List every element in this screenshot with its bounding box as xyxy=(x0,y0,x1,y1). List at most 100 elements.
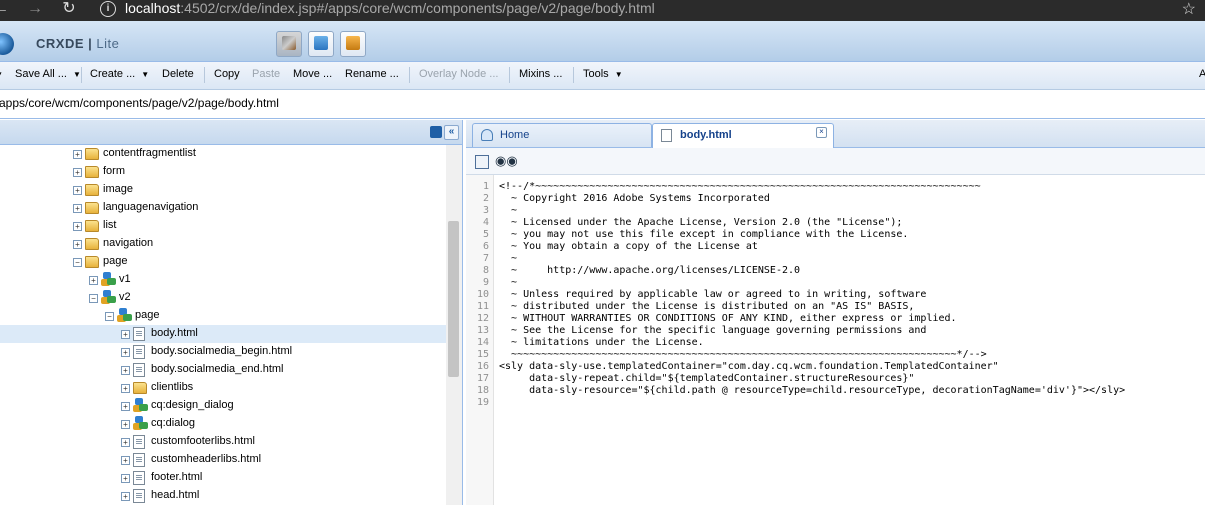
code-line: ~ xyxy=(499,277,518,288)
folder-icon xyxy=(85,184,99,196)
tree-node[interactable]: + cq:design_dialog xyxy=(0,397,446,415)
collapse-icon[interactable]: − xyxy=(73,258,82,267)
collapse-icon[interactable]: − xyxy=(105,312,114,321)
expand-icon[interactable]: + xyxy=(121,402,130,411)
find-binoculars-icon[interactable]: ◉◉ xyxy=(495,153,518,169)
tab-home[interactable]: Home xyxy=(472,123,652,147)
expand-icon[interactable]: + xyxy=(121,330,130,339)
share-mode-button[interactable] xyxy=(340,31,366,57)
tree-node[interactable]: + body.socialmedia_end.html xyxy=(0,361,446,379)
forward-arrow-icon[interactable]: → xyxy=(24,0,46,18)
tree-node[interactable]: − v2 xyxy=(0,289,446,307)
line-number: 2 xyxy=(482,193,489,204)
save-all-button[interactable]: Save All ... ▼ xyxy=(15,68,81,80)
folder-icon xyxy=(85,202,99,214)
file-icon xyxy=(133,363,145,377)
tree-node[interactable]: + customfooterlibs.html xyxy=(0,433,446,451)
tree-node-label: page xyxy=(103,255,128,267)
expand-icon[interactable]: + xyxy=(121,438,130,447)
overlay-node-button[interactable]: Overlay Node ... xyxy=(419,68,498,80)
tree-node[interactable]: + image xyxy=(0,181,446,199)
url-host: localhost xyxy=(125,0,181,16)
collapse-all-icon[interactable] xyxy=(430,126,442,138)
expand-icon[interactable]: + xyxy=(121,384,130,393)
tree-node[interactable]: + clientlibs xyxy=(0,379,446,397)
create-button[interactable]: Create ... ▼ xyxy=(90,68,149,80)
expand-icon[interactable]: + xyxy=(73,222,82,231)
tree-node[interactable]: + languagenavigation xyxy=(0,199,446,217)
code-line: ~ xyxy=(499,205,518,216)
expand-icon[interactable]: + xyxy=(73,186,82,195)
expand-icon[interactable]: + xyxy=(121,366,130,375)
line-number: 17 xyxy=(476,373,489,384)
tree-scrollbar[interactable] xyxy=(446,145,462,505)
expand-icon[interactable]: + xyxy=(73,204,82,213)
component-node-icon xyxy=(133,398,149,412)
rename-button[interactable]: Rename ... xyxy=(345,68,399,80)
tree-node-label: image xyxy=(103,183,133,195)
expand-icon[interactable]: + xyxy=(73,150,82,159)
app-logo: CRXDE | Lite xyxy=(36,36,120,51)
url-text: localhost:4502/crx/de/index.jsp#/apps/co… xyxy=(125,0,655,17)
expand-icon[interactable]: + xyxy=(121,474,130,483)
logo-suffix: Lite xyxy=(96,36,120,51)
line-number: 18 xyxy=(476,385,489,396)
package-mode-button[interactable] xyxy=(308,31,334,57)
tools-button[interactable]: Tools ▼ xyxy=(583,68,623,80)
tree-node[interactable]: + v1 xyxy=(0,271,446,289)
code-line: ~ You may obtain a copy of the License a… xyxy=(499,241,758,252)
paste-button[interactable]: Paste xyxy=(252,68,280,80)
expand-icon[interactable]: + xyxy=(89,276,98,285)
tree-node[interactable]: + body.html xyxy=(0,325,446,343)
code-line: <!--/*~~~~~~~~~~~~~~~~~~~~~~~~~~~~~~~~~~… xyxy=(499,181,981,192)
bookmark-star-icon[interactable]: ☆ xyxy=(1182,0,1196,19)
folder-icon xyxy=(85,148,99,160)
tree-node[interactable]: − page xyxy=(0,307,446,325)
expand-icon[interactable]: + xyxy=(121,348,130,357)
app-header: CRXDE | Lite xyxy=(0,21,1205,62)
copy-button[interactable]: Copy xyxy=(214,68,240,80)
close-tab-icon[interactable]: × xyxy=(816,127,827,138)
tree-node[interactable]: + list xyxy=(0,217,446,235)
tools-mode-button[interactable] xyxy=(276,31,302,57)
info-icon[interactable]: i xyxy=(100,1,116,17)
expand-icon[interactable]: + xyxy=(121,492,130,501)
tree-node[interactable]: − page xyxy=(0,253,446,271)
delete-button[interactable]: Delete xyxy=(162,68,194,80)
tree-node[interactable]: + head.html xyxy=(0,487,446,505)
tab-home-label: Home xyxy=(500,129,530,141)
tree-node[interactable]: + footer.html xyxy=(0,469,446,487)
code-line: ~ Licensed under the Apache License, Ver… xyxy=(499,217,903,228)
tab-file-label: body.html xyxy=(680,129,732,141)
address-bar[interactable]: i localhost:4502/crx/de/index.jsp#/apps/… xyxy=(90,0,1200,19)
outline-icon[interactable] xyxy=(475,155,489,169)
expand-icon[interactable]: + xyxy=(121,456,130,465)
scrollbar-thumb[interactable] xyxy=(448,221,459,377)
toolbar-overflow-label[interactable]: A xyxy=(1199,68,1205,80)
line-number: 1 xyxy=(482,181,489,192)
save-dropdown-icon[interactable]: ▾ xyxy=(0,68,2,81)
tree-node-label: footer.html xyxy=(151,471,203,483)
mixins-button[interactable]: Mixins ... xyxy=(519,68,562,80)
reload-icon[interactable]: ↻ xyxy=(58,0,80,18)
expand-icon[interactable]: + xyxy=(73,168,82,177)
tree-node[interactable]: + navigation xyxy=(0,235,446,253)
collapse-icon[interactable]: − xyxy=(89,294,98,303)
code-line: ~~~~~~~~~~~~~~~~~~~~~~~~~~~~~~~~~~~~~~~~… xyxy=(499,349,987,360)
collapse-panel-icon[interactable]: « xyxy=(444,125,459,140)
path-input[interactable]: apps/core/wcm/components/page/v2/page/bo… xyxy=(0,96,279,110)
tree-node[interactable]: + customheaderlibs.html xyxy=(0,451,446,469)
tree-node[interactable]: + contentfragmentlist xyxy=(0,145,446,163)
logo-name: CRXDE xyxy=(36,36,85,51)
tree-node[interactable]: + cq:dialog xyxy=(0,415,446,433)
expand-icon[interactable]: + xyxy=(73,240,82,249)
tools-label: Tools xyxy=(583,68,609,80)
tree-node[interactable]: + form xyxy=(0,163,446,181)
expand-icon[interactable]: + xyxy=(121,420,130,429)
back-arrow-icon[interactable]: ← xyxy=(0,0,12,18)
line-number: 8 xyxy=(482,265,489,276)
tab-body-html[interactable]: body.html × xyxy=(652,123,834,148)
tree-node[interactable]: + body.socialmedia_begin.html xyxy=(0,343,446,361)
move-button[interactable]: Move ... xyxy=(293,68,332,80)
code-editor[interactable]: 1 2 3 4 5 6 7 8 9 10 11 12 13 14 15 16 17 18 19 <!--/*~~~~… xyxy=(466,175,1205,505)
